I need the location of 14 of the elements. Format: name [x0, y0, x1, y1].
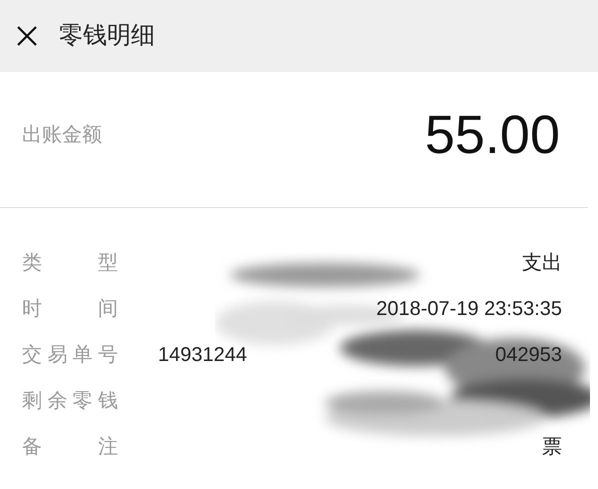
field-value: 2018-07-19 23:53:35	[376, 297, 562, 322]
field-label: 类型	[22, 251, 118, 276]
field-label: 剩余零钱	[22, 389, 118, 414]
field-value: 支出	[522, 251, 562, 276]
field-value: 票	[542, 435, 562, 460]
field-label: 备注	[22, 435, 118, 460]
close-icon[interactable]	[16, 25, 38, 47]
field-label: 时间	[22, 297, 118, 322]
field-value: 042953	[495, 343, 562, 368]
page-title: 零钱明细	[59, 21, 155, 51]
amount-label: 出账金额	[22, 123, 102, 148]
field-value: 14931244	[158, 343, 247, 368]
field-label: 交易单号	[22, 343, 118, 368]
amount-value: 55.00	[424, 108, 560, 162]
